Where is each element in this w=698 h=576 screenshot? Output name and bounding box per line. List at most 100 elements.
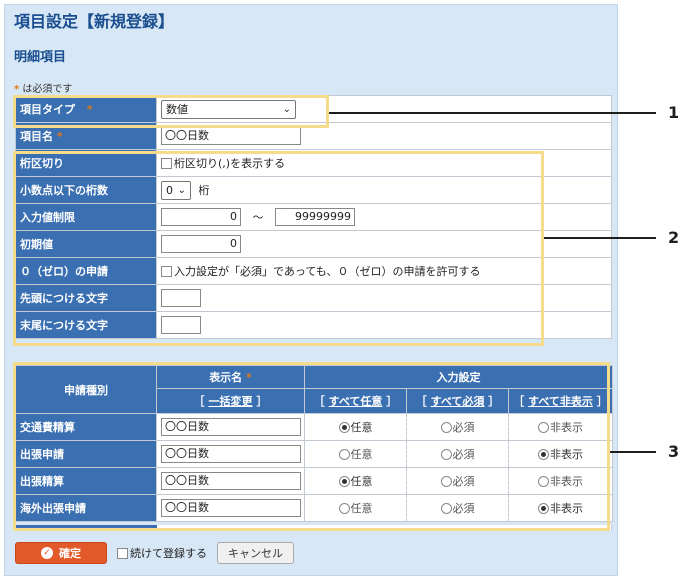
zero-allow-checkbox[interactable]: [161, 265, 172, 277]
row-suffix: 末尾につける文字: [15, 311, 612, 339]
radio-optional[interactable]: [338, 502, 350, 514]
radio-optional-cell: 任意: [304, 494, 407, 522]
row-name-cell: 〇〇日数: [156, 467, 305, 495]
radio-hidden-label: 非表示: [550, 448, 584, 461]
cell-limit: 0 ～ 99999999: [156, 203, 612, 231]
item-settings-form: 項目タイプ * 数値 ⌄ 項目名 * 〇〇日数 桁区切り 桁区切り(,)を表示す…: [15, 95, 612, 339]
decimal-unit: 桁: [198, 184, 210, 197]
radio-required-label: 必須: [452, 502, 475, 515]
zero-option: 入力設定が「必須」であっても、０（ゼロ）の申請を許可する: [174, 265, 481, 278]
row-decimal: 小数点以下の桁数 0 ⌄ 桁: [15, 176, 612, 204]
callout-line-1: [329, 112, 656, 114]
radio-optional[interactable]: [338, 475, 350, 487]
all-hidden-link[interactable]: すべて非表示: [528, 395, 593, 408]
limit-max-input[interactable]: 99999999: [275, 208, 355, 226]
digit-sep-option: 桁区切り(,)を表示する: [174, 157, 286, 170]
continue-checkbox[interactable]: [117, 547, 128, 559]
radio-required-label: 必須: [452, 448, 475, 461]
radio-required-cell: 必須: [406, 413, 509, 441]
all-hidden-cell: ［ すべて非表示 ］: [507, 387, 614, 415]
initial-value-input[interactable]: 0: [161, 235, 241, 253]
display-name-input[interactable]: 〇〇日数: [161, 472, 301, 490]
cell-zero: 入力設定が「必須」であっても、０（ゼロ）の申請を許可する: [156, 257, 612, 285]
callout-line-3: [610, 451, 656, 453]
radio-optional-label: 任意: [350, 448, 373, 461]
label-item-name: 項目名 *: [15, 122, 157, 150]
suffix-input[interactable]: [161, 316, 201, 334]
label-initial: 初期値: [15, 230, 157, 258]
radio-required[interactable]: [440, 475, 452, 487]
display-name-input[interactable]: 〇〇日数: [161, 499, 301, 517]
all-required-link[interactable]: すべて必須: [431, 395, 485, 408]
grid-header-row: 申請種別 表示名 * 入力設定: [15, 365, 614, 414]
row-name-cell: 〇〇日数: [156, 494, 305, 522]
item-type-select[interactable]: 数値 ⌄: [161, 99, 296, 119]
col-display-text: 表示名: [209, 370, 243, 384]
chevron-down-icon: ⌄: [282, 103, 291, 115]
radio-hidden-cell: 非表示: [507, 494, 614, 522]
row-name-cell: 〇〇日数: [156, 440, 305, 468]
item-type-value: 数値: [166, 102, 188, 116]
radio-hidden-cell: 非表示: [507, 440, 614, 468]
radio-required-label: 必須: [452, 475, 475, 488]
row-item-type: 項目タイプ * 数値 ⌄: [15, 95, 612, 123]
row-limit: 入力値制限 0 ～ 99999999: [15, 203, 612, 231]
row-initial: 初期値 0: [15, 230, 612, 258]
radio-required[interactable]: [440, 421, 452, 433]
radio-optional-cell: 任意: [304, 440, 407, 468]
radio-required[interactable]: [440, 448, 452, 460]
required-mark: *: [246, 370, 252, 384]
prefix-input[interactable]: [161, 289, 201, 307]
cell-item-name: 〇〇日数: [156, 122, 612, 150]
col-input-header: 入力設定: [303, 365, 614, 389]
label-item-type-text: 項目タイプ: [20, 103, 75, 116]
label-decimal: 小数点以下の桁数: [15, 176, 157, 204]
continue-register: 続けて登録する: [117, 545, 207, 561]
required-note: * は必須です: [14, 80, 72, 95]
table-row: 海外出張申請 〇〇日数 任意 必須 非表示: [15, 494, 614, 522]
radio-required-cell: 必須: [406, 467, 509, 495]
col-display-header: 表示名 *: [156, 365, 305, 389]
radio-required[interactable]: [440, 502, 452, 514]
row-prefix: 先頭につける文字: [15, 284, 612, 312]
row-type-label: 出張精算: [15, 467, 157, 495]
confirm-button[interactable]: ✓ 確定: [15, 542, 107, 564]
row-item-name: 項目名 * 〇〇日数: [15, 122, 612, 150]
digit-sep-checkbox[interactable]: [161, 157, 172, 169]
confirm-label: 確定: [59, 547, 81, 560]
row-digit-sep: 桁区切り 桁区切り(,)を表示する: [15, 149, 612, 177]
bulk-change-link[interactable]: 一括変更: [209, 395, 253, 408]
callout-number-1: 1: [668, 103, 680, 122]
table-row: 交通費精算 〇〇日数 任意 必須 非表示: [15, 413, 614, 441]
radio-hidden[interactable]: [538, 475, 550, 487]
row-type-label: 海外出張申請: [15, 494, 157, 522]
radio-hidden[interactable]: [538, 421, 550, 433]
decimal-value: 0: [166, 183, 173, 197]
label-item-name-text: 項目名: [20, 130, 53, 143]
all-optional-cell: ［ すべて任意 ］: [304, 387, 407, 415]
callout-number-3: 3: [668, 442, 680, 461]
display-name-input[interactable]: 〇〇日数: [161, 418, 301, 436]
cancel-button[interactable]: キャンセル: [217, 542, 294, 564]
radio-hidden[interactable]: [538, 448, 550, 460]
all-optional-link[interactable]: すべて任意: [329, 395, 383, 408]
application-type-grid: 申請種別 表示名 * 入力設定 ［ 一括変更 ］ ［ すべて任意 ］ ［ すべて…: [15, 365, 614, 522]
row-type-label: 交通費精算: [15, 413, 157, 441]
radio-required-label: 必須: [452, 421, 475, 434]
col-type-header: 申請種別: [15, 365, 157, 414]
callout-number-2: 2: [668, 228, 680, 247]
cell-suffix: [156, 311, 612, 339]
limit-min-input[interactable]: 0: [161, 208, 241, 226]
radio-optional[interactable]: [338, 421, 350, 433]
decimal-select[interactable]: 0 ⌄: [161, 180, 191, 200]
cell-item-type: 数値 ⌄: [156, 95, 612, 123]
item-name-input[interactable]: 〇〇日数: [161, 127, 301, 145]
cell-decimal: 0 ⌄ 桁: [156, 176, 612, 204]
radio-hidden[interactable]: [538, 502, 550, 514]
label-limit: 入力値制限: [15, 203, 157, 231]
radio-optional[interactable]: [338, 448, 350, 460]
display-name-input[interactable]: 〇〇日数: [161, 445, 301, 463]
label-suffix: 末尾につける文字: [15, 311, 157, 339]
continue-label: 続けて登録する: [130, 547, 207, 560]
partial-row-label: [16, 525, 157, 530]
